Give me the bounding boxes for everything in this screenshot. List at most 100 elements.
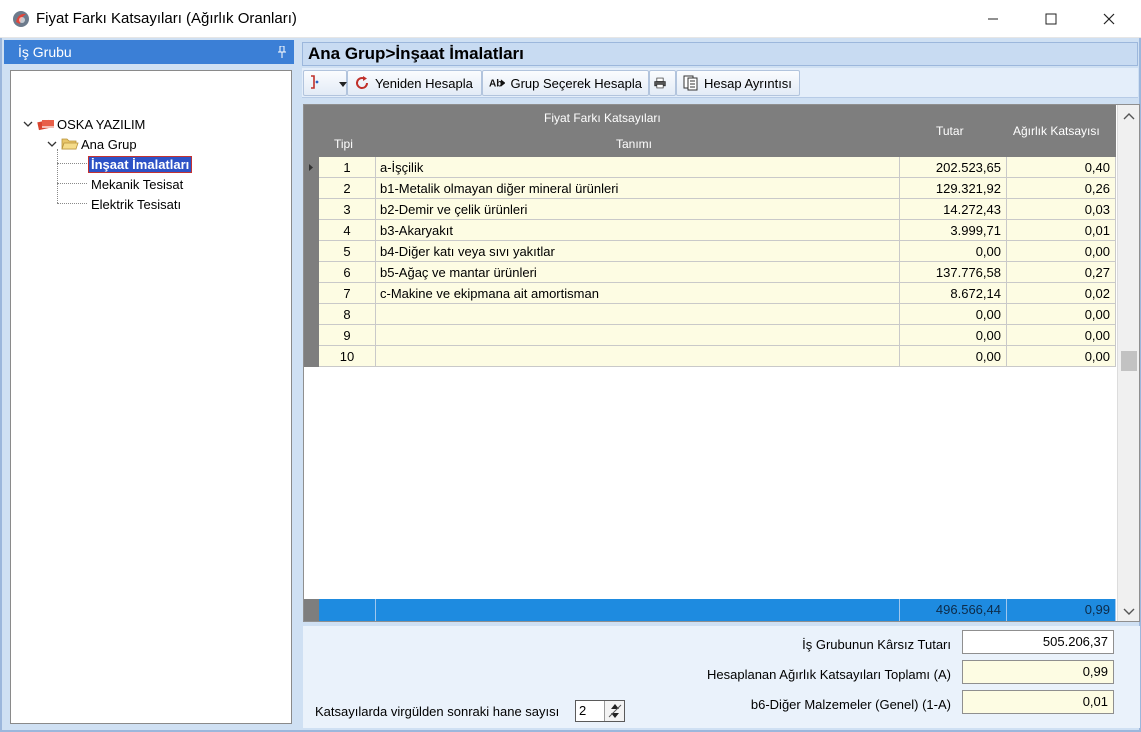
- cell-tanimi[interactable]: b2-Demir ve çelik ürünleri: [376, 199, 900, 220]
- vertical-scrollbar[interactable]: [1117, 105, 1139, 621]
- cell-tutar[interactable]: 14.272,43: [900, 199, 1007, 220]
- cell-tanimi[interactable]: [376, 325, 900, 346]
- app-icon: [12, 10, 30, 28]
- column-header-tipi[interactable]: Tipi: [334, 137, 353, 151]
- column-header-agirlik[interactable]: Ağırlık Katsayısı: [1013, 124, 1100, 138]
- coefficients-grid[interactable]: Fiyat Farkı Katsayıları Tipi Tanımı Tuta…: [303, 104, 1140, 622]
- b6-field: 0,01: [962, 690, 1114, 714]
- recalculate-button[interactable]: Yeniden Hesapla: [347, 70, 482, 96]
- cell-tipi[interactable]: 7: [319, 283, 376, 304]
- column-header-tutar[interactable]: Tutar: [936, 124, 964, 138]
- row-indicator[interactable]: [304, 241, 319, 262]
- chevron-down-icon[interactable]: [21, 117, 35, 131]
- cell-tipi[interactable]: 1: [319, 157, 376, 178]
- table-row[interactable]: 8 0,00 0,00: [304, 304, 1116, 325]
- cell-agirlik[interactable]: 0,00: [1007, 241, 1116, 262]
- decimals-stepper[interactable]: 2: [575, 700, 625, 722]
- cell-agirlik[interactable]: 0,03: [1007, 199, 1116, 220]
- row-indicator[interactable]: [304, 178, 319, 199]
- cell-tutar[interactable]: 129.321,92: [900, 178, 1007, 199]
- cell-tipi[interactable]: 5: [319, 241, 376, 262]
- cell-tanimi[interactable]: a-İşçilik: [376, 157, 900, 178]
- cell-tutar[interactable]: 0,00: [900, 304, 1007, 325]
- cell-tanimi[interactable]: b1-Metalik olmayan diğer mineral ürünler…: [376, 178, 900, 199]
- table-row[interactable]: 7 c-Makine ve ekipmana ait amortisman 8.…: [304, 283, 1116, 304]
- cell-agirlik[interactable]: 0,02: [1007, 283, 1116, 304]
- row-indicator[interactable]: [304, 157, 319, 178]
- cell-tutar[interactable]: 0,00: [900, 325, 1007, 346]
- table-row[interactable]: 9 0,00 0,00: [304, 325, 1116, 346]
- table-row[interactable]: 4 b3-Akaryakıt 3.999,71 0,01: [304, 220, 1116, 241]
- totals-tanimi: [376, 599, 900, 621]
- cell-agirlik[interactable]: 0,40: [1007, 157, 1116, 178]
- chevron-down-icon[interactable]: [45, 137, 59, 151]
- cell-tanimi[interactable]: c-Makine ve ekipmana ait amortisman: [376, 283, 900, 304]
- table-row[interactable]: 3 b2-Demir ve çelik ürünleri 14.272,43 0…: [304, 199, 1116, 220]
- print-button[interactable]: [649, 70, 676, 96]
- scroll-down-icon[interactable]: [1123, 605, 1135, 619]
- bracket-dropdown-button[interactable]: [303, 70, 347, 96]
- cell-tanimi[interactable]: [376, 346, 900, 367]
- karsiz-tutar-field[interactable]: 505.206,37: [962, 630, 1114, 654]
- row-indicator[interactable]: [304, 220, 319, 241]
- tree-node-insaat[interactable]: İnşaat İmalatları: [87, 155, 193, 173]
- pin-icon[interactable]: [278, 45, 286, 58]
- window-title: Fiyat Farkı Katsayıları (Ağırlık Oranlar…: [36, 10, 297, 27]
- tree-node-root[interactable]: OSKA YAZILIM: [21, 115, 145, 133]
- cell-tanimi[interactable]: b4-Diğer katı veya sıvı yakıtlar: [376, 241, 900, 262]
- table-row[interactable]: 5 b4-Diğer katı veya sıvı yakıtlar 0,00 …: [304, 241, 1116, 262]
- cell-agirlik[interactable]: 0,00: [1007, 304, 1116, 325]
- cell-tipi[interactable]: 2: [319, 178, 376, 199]
- cell-agirlik[interactable]: 0,27: [1007, 262, 1116, 283]
- cell-tutar[interactable]: 0,00: [900, 346, 1007, 367]
- cell-tutar[interactable]: 3.999,71: [900, 220, 1007, 241]
- row-indicator[interactable]: [304, 199, 319, 220]
- table-row[interactable]: 10 0,00 0,00: [304, 346, 1116, 367]
- scroll-up-icon[interactable]: [1123, 109, 1135, 123]
- scrollbar-thumb[interactable]: [1121, 351, 1137, 371]
- cell-agirlik[interactable]: 0,26: [1007, 178, 1116, 199]
- close-button[interactable]: [1086, 0, 1132, 38]
- cell-tipi[interactable]: 9: [319, 325, 376, 346]
- row-indicator[interactable]: [304, 283, 319, 304]
- calculation-details-button[interactable]: Hesap Ayrıntısı: [676, 70, 800, 96]
- table-row[interactable]: 6 b5-Ağaç ve mantar ürünleri 137.776,58 …: [304, 262, 1116, 283]
- cell-tanimi[interactable]: [376, 304, 900, 325]
- table-row[interactable]: 1 a-İşçilik 202.523,65 0,40: [304, 157, 1116, 178]
- totals-tutar: 496.566,44: [900, 599, 1007, 621]
- books-icon: [37, 117, 55, 131]
- cell-tanimi[interactable]: b3-Akaryakıt: [376, 220, 900, 241]
- column-header-tanimi[interactable]: Tanımı: [616, 137, 652, 151]
- row-indicator[interactable]: [304, 346, 319, 367]
- calculation-details-label: Hesap Ayrıntısı: [704, 75, 792, 91]
- tree-node-group[interactable]: Ana Grup: [45, 135, 137, 153]
- cell-tipi[interactable]: 3: [319, 199, 376, 220]
- cell-tutar[interactable]: 202.523,65: [900, 157, 1007, 178]
- tree-node-label: OSKA YAZILIM: [57, 116, 146, 132]
- cell-tipi[interactable]: 8: [319, 304, 376, 325]
- cell-agirlik[interactable]: 0,00: [1007, 346, 1116, 367]
- cell-agirlik[interactable]: 0,01: [1007, 220, 1116, 241]
- spin-arrows-icon[interactable]: [604, 701, 624, 721]
- group-calculate-button[interactable]: Ab Grup Seçerek Hesapla: [482, 70, 649, 96]
- row-indicator[interactable]: [304, 262, 319, 283]
- row-indicator[interactable]: [304, 325, 319, 346]
- folder-open-icon: [61, 137, 79, 151]
- cell-tipi[interactable]: 10: [319, 346, 376, 367]
- maximize-button[interactable]: [1028, 0, 1074, 38]
- tree-node-elektrik[interactable]: Elektrik Tesisatı: [91, 195, 181, 213]
- left-panel-title: İş Grubu: [18, 44, 72, 60]
- cell-agirlik[interactable]: 0,00: [1007, 325, 1116, 346]
- cell-tipi[interactable]: 6: [319, 262, 376, 283]
- minimize-button[interactable]: [970, 0, 1016, 38]
- table-row[interactable]: 2 b1-Metalik olmayan diğer mineral ürünl…: [304, 178, 1116, 199]
- cell-tanimi[interactable]: b5-Ağaç ve mantar ürünleri: [376, 262, 900, 283]
- row-indicator[interactable]: [304, 304, 319, 325]
- tree-view[interactable]: OSKA YAZILIM Ana Grup İnşaat İmalatları …: [10, 70, 292, 724]
- cell-tutar[interactable]: 137.776,58: [900, 262, 1007, 283]
- cell-tipi[interactable]: 4: [319, 220, 376, 241]
- cell-tutar[interactable]: 0,00: [900, 241, 1007, 262]
- cell-tutar[interactable]: 8.672,14: [900, 283, 1007, 304]
- tree-node-mekanik[interactable]: Mekanik Tesisat: [91, 175, 183, 193]
- tree-node-label: İnşaat İmalatları: [87, 155, 193, 173]
